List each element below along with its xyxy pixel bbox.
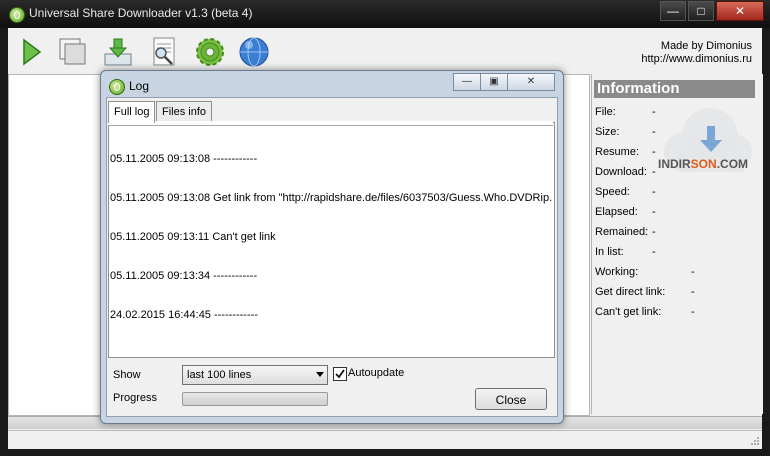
info-label: Can't get link: — [595, 306, 662, 318]
info-label: Download: — [595, 166, 647, 178]
info-label: Remained: — [595, 226, 649, 238]
info-row-elapsed: Elapsed: - — [595, 206, 755, 224]
watermark-text: INDIRSON.COM — [658, 157, 748, 171]
log-dialog-title: Log — [129, 79, 150, 93]
info-value: - — [652, 226, 656, 238]
copy-icon[interactable] — [56, 36, 88, 68]
info-row-in-list: In list: - — [595, 246, 755, 264]
log-line: 05.11.2005 09:13:11 Can't get link — [110, 231, 276, 243]
gear-icon[interactable] — [194, 36, 226, 68]
credits: Made by Dimonius http://www.dimonius.ru — [641, 40, 752, 66]
autoupdate-label[interactable]: Autoupdate — [348, 367, 404, 379]
info-value: - — [652, 246, 656, 258]
tab-full-log[interactable]: Full log — [108, 101, 156, 123]
progress-label: Progress — [113, 392, 158, 404]
info-row-cant-get-link: Can't get link: - — [595, 306, 755, 324]
log-lines: 05.11.2005 09:13:08 ------------ 05.11.2… — [110, 127, 552, 335]
show-label: Show — [113, 369, 141, 381]
log-panel-divider — [108, 121, 553, 126]
tab-files-info[interactable]: Files info — [156, 101, 213, 122]
info-label: Get direct link: — [595, 286, 666, 298]
info-row-remained: Remained: - — [595, 226, 755, 244]
info-value: - — [652, 186, 656, 198]
app-icon — [9, 7, 25, 23]
info-label: Elapsed: — [595, 206, 638, 218]
info-label: Speed: — [595, 186, 630, 198]
show-select[interactable]: last 100 lines — [182, 365, 328, 385]
log-close-button[interactable]: ✕ — [507, 73, 555, 91]
close-window-button[interactable]: ✕ — [716, 1, 764, 21]
show-select-value: last 100 lines — [187, 369, 252, 381]
globe-icon[interactable] — [238, 36, 270, 68]
minimize-button[interactable]: — — [660, 1, 686, 21]
checkmark-icon — [335, 369, 345, 379]
info-label: Resume: — [595, 146, 640, 158]
credits-url[interactable]: http://www.dimonius.ru — [641, 53, 752, 66]
info-label: Working: — [595, 266, 639, 278]
info-row-speed: Speed: - — [595, 186, 755, 204]
info-label: In list: — [595, 246, 624, 258]
info-value: - — [652, 206, 656, 218]
info-row-working: Working: - — [595, 266, 755, 284]
status-bar — [8, 430, 762, 449]
log-line: 05.11.2005 09:13:08 Get link from "http:… — [110, 192, 552, 204]
info-row-get-direct-link: Get direct link: - — [595, 286, 755, 304]
log-dialog-icon — [109, 79, 125, 95]
chevron-down-icon — [316, 372, 324, 377]
maximize-button[interactable]: □ — [688, 1, 714, 21]
watermark-logo: INDIRSON.COM — [654, 100, 754, 184]
info-value: - — [691, 266, 695, 278]
log-minimize-button[interactable]: — — [453, 73, 481, 91]
info-value: - — [691, 286, 695, 298]
log-line: 24.02.2015 16:44:45 ------------ — [110, 309, 258, 321]
info-value: - — [691, 306, 695, 318]
info-label: File: — [595, 106, 616, 118]
resize-grip-icon[interactable] — [750, 436, 760, 446]
window-title: Universal Share Downloader v1.3 (beta 4) — [29, 6, 253, 20]
autoupdate-checkbox[interactable] — [333, 367, 347, 381]
log-line: 05.11.2005 09:13:08 ------------ — [110, 153, 258, 165]
close-button[interactable]: Close — [475, 388, 547, 410]
information-title: Information — [594, 80, 755, 98]
log-restore-button[interactable]: ▣ — [480, 73, 508, 91]
play-icon[interactable] — [18, 36, 50, 68]
search-document-icon[interactable] — [148, 36, 180, 68]
info-label: Size: — [595, 126, 620, 138]
progress-bar — [182, 392, 328, 406]
credits-author: Made by Dimonius — [660, 40, 752, 52]
log-line: 05.11.2005 09:13:34 ------------ — [110, 270, 258, 282]
download-tray-icon[interactable] — [102, 36, 134, 68]
